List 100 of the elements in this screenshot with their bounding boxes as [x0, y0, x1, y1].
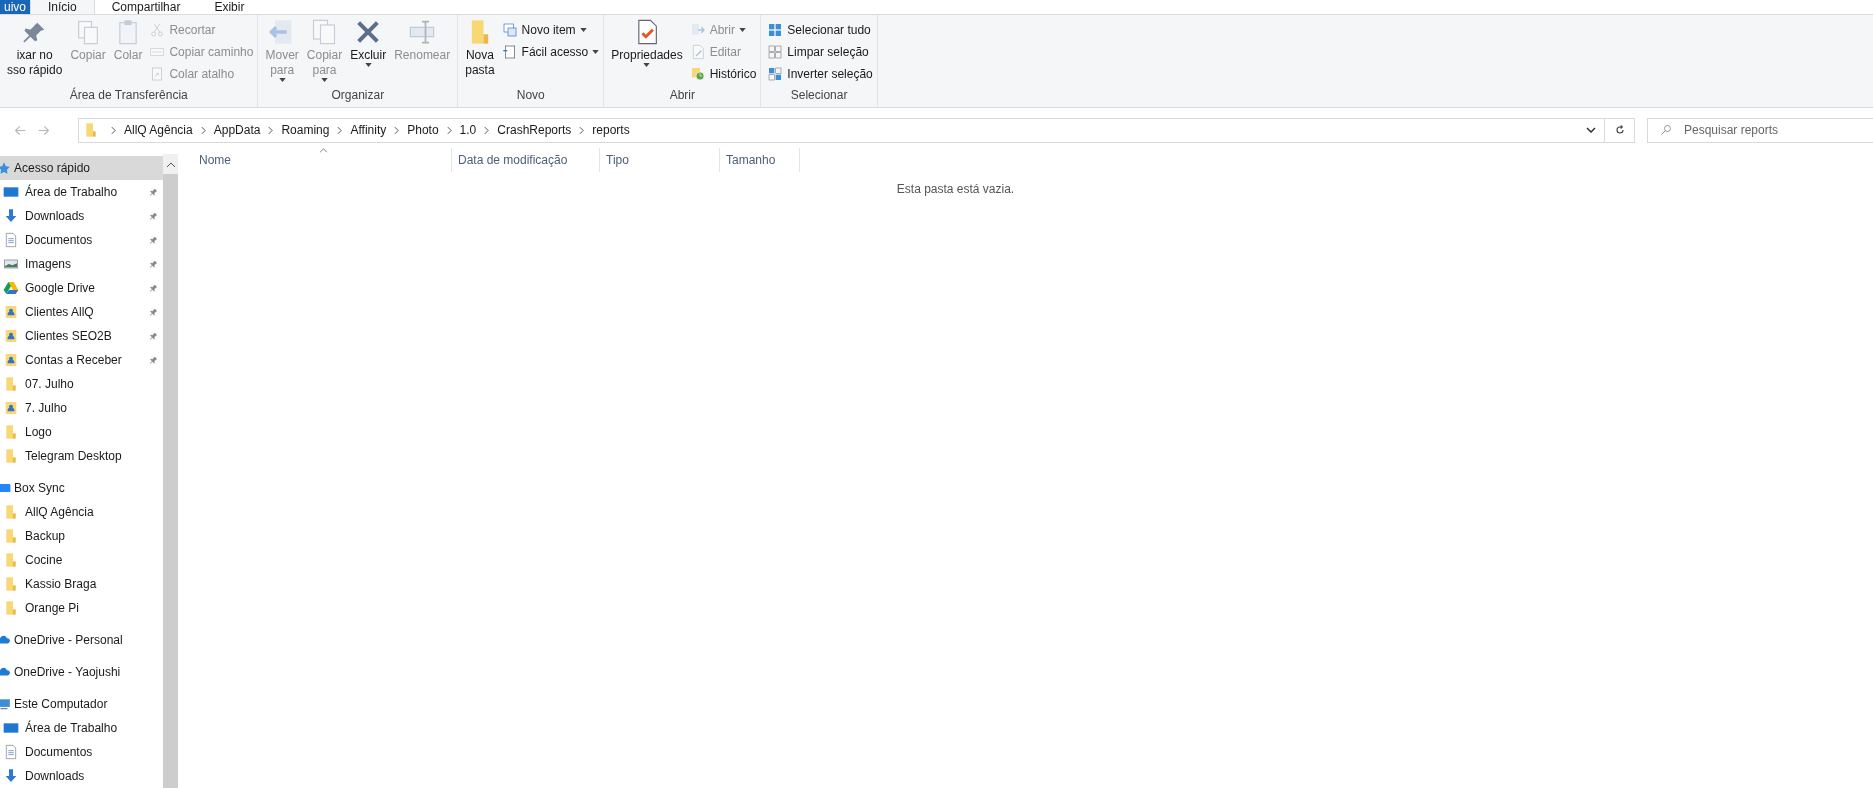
- sidebar-item[interactable]: Clientes AllQ: [0, 300, 163, 324]
- document-icon: [3, 232, 19, 248]
- ribbon-button[interactable]: Selecionar tudo: [767, 20, 873, 39]
- column-header[interactable]: Tamanho: [720, 148, 800, 172]
- document-icon: [3, 744, 19, 760]
- sidebar-item[interactable]: Área de Trabalho: [0, 716, 163, 740]
- sidebar-item[interactable]: AllQ Agência: [0, 500, 163, 524]
- ribbon-tab[interactable]: uivo: [0, 0, 30, 14]
- folder-icon: [3, 552, 19, 568]
- sidebar-item[interactable]: Google Drive: [0, 276, 163, 300]
- sidebar-section[interactable]: Acesso rápido: [0, 156, 163, 180]
- ribbon-tab[interactable]: Início: [30, 0, 95, 14]
- breadcrumb[interactable]: CrashReports: [497, 121, 572, 139]
- rename-icon: [408, 18, 437, 46]
- chevron-down-icon[interactable]: [1586, 127, 1596, 133]
- refresh-icon: [1613, 124, 1626, 136]
- group-label: Abrir: [669, 87, 695, 104]
- group-label: Selecionar: [790, 87, 848, 104]
- folder-icon: [3, 576, 19, 592]
- sidebar-item[interactable]: Clientes SEO2B: [0, 324, 163, 348]
- sidebar-item[interactable]: Logo: [0, 420, 163, 444]
- column-header[interactable]: Tipo: [600, 148, 720, 172]
- new-item-icon: [501, 21, 518, 38]
- monitor-icon: [3, 184, 19, 200]
- folder-icon: [83, 121, 99, 139]
- folder-icon: [3, 448, 19, 464]
- user-folder-icon: [3, 328, 19, 344]
- search-icon: [1660, 124, 1672, 136]
- address-bar[interactable]: AllQ Agência AppData Roaming Affinity Photo 1.0 CrashReports reports: [78, 117, 1605, 143]
- ribbon-tab[interactable]: Compartilhar: [94, 0, 198, 14]
- sidebar-item[interactable]: Telegram Desktop: [0, 444, 163, 468]
- chevron-right-icon: [200, 126, 206, 134]
- breadcrumb[interactable]: 1.0: [459, 121, 477, 139]
- group-label: Novo: [516, 87, 545, 104]
- ribbon-button[interactable]: Novo item: [501, 20, 600, 39]
- user-folder-icon: [3, 304, 19, 320]
- chevron-right-icon: [446, 126, 452, 134]
- sidebar-section[interactable]: Este Computador: [0, 692, 163, 716]
- breadcrumb[interactable]: reports: [592, 121, 630, 139]
- star-icon: [0, 161, 11, 175]
- monitor-icon: [3, 720, 19, 736]
- grid-icon: [767, 21, 784, 38]
- sidebar-item[interactable]: 07. Julho: [0, 372, 163, 396]
- sidebar-item[interactable]: Backup: [0, 524, 163, 548]
- sidebar-section[interactable]: OneDrive - Personal: [0, 628, 163, 652]
- chevron-right-icon: [394, 126, 400, 134]
- folder-icon: [3, 504, 19, 520]
- sidebar-item[interactable]: Área de Trabalho: [0, 180, 163, 204]
- chevron-right-icon: [484, 126, 490, 134]
- computer-icon: [0, 697, 11, 711]
- folder-icon: [3, 528, 19, 544]
- sidebar-item[interactable]: Cocine: [0, 548, 163, 572]
- group-label: Área de Transferência: [69, 86, 188, 104]
- sidebar-section[interactable]: Box Sync: [0, 476, 163, 500]
- sidebar-item[interactable]: Documentos: [0, 228, 163, 252]
- sidebar-item[interactable]: Orange Pi: [0, 596, 163, 620]
- column-header[interactable]: Data de modificação: [452, 148, 600, 172]
- user-folder-icon: [3, 400, 19, 416]
- chevron-right-icon: [337, 126, 343, 134]
- triangle-icon: [3, 280, 19, 296]
- search-field[interactable]: Pesquisar reports: [1647, 117, 1873, 143]
- grid-icon: [767, 43, 784, 60]
- sidebar-item[interactable]: Imagens: [0, 252, 163, 276]
- sidebar-section[interactable]: OneDrive - Yaojushi: [0, 660, 163, 684]
- ribbon-button[interactable]: Excluir: [347, 18, 390, 86]
- sidebar-item[interactable]: Downloads: [0, 204, 163, 228]
- sidebar-item[interactable]: Kassio Braga: [0, 572, 163, 596]
- folder-icon: [3, 376, 19, 392]
- ribbon-button[interactable]: Fácil acesso: [501, 42, 600, 61]
- refresh-button[interactable]: [1605, 117, 1635, 143]
- download-icon: [3, 208, 19, 224]
- scrollbar[interactable]: [163, 154, 178, 788]
- cloud-icon: [0, 633, 11, 647]
- sidebar-item[interactable]: 7. Julho: [0, 396, 163, 420]
- history-icon: [689, 65, 706, 82]
- ribbon-button[interactable]: Limpar seleção: [767, 42, 873, 61]
- grid-icon: [767, 65, 784, 82]
- ribbon-button[interactable]: Inverter seleção: [767, 64, 873, 83]
- breadcrumb[interactable]: AppData: [213, 121, 261, 139]
- sidebar-item[interactable]: Contas a Receber: [0, 348, 163, 372]
- image-icon: [3, 256, 19, 272]
- breadcrumb[interactable]: AllQ Agência: [124, 121, 193, 139]
- breadcrumb[interactable]: Roaming: [281, 121, 330, 139]
- document-icon: [501, 43, 518, 60]
- box-icon: [0, 481, 11, 495]
- ribbon-button[interactable]: ixar no sso rápido: [4, 18, 66, 86]
- breadcrumb[interactable]: Photo: [407, 121, 439, 139]
- breadcrumb[interactable]: Affinity: [350, 121, 387, 139]
- sidebar-item[interactable]: Downloads: [0, 764, 163, 788]
- search-input[interactable]: Pesquisar reports: [1684, 121, 1873, 139]
- ribbon-button[interactable]: Propriedades: [608, 18, 686, 86]
- sidebar-item[interactable]: Documentos: [0, 740, 163, 764]
- chevron-right-icon: [111, 126, 116, 134]
- column-header[interactable]: Nome: [199, 148, 452, 172]
- ribbon-tab[interactable]: Exibir: [197, 0, 262, 14]
- group-label: Organizar: [331, 87, 385, 104]
- ribbon-button[interactable]: Histórico: [689, 64, 757, 83]
- folder-icon: [3, 424, 19, 440]
- ribbon-button[interactable]: Nova pasta: [462, 18, 498, 86]
- open-icon: [689, 21, 706, 38]
